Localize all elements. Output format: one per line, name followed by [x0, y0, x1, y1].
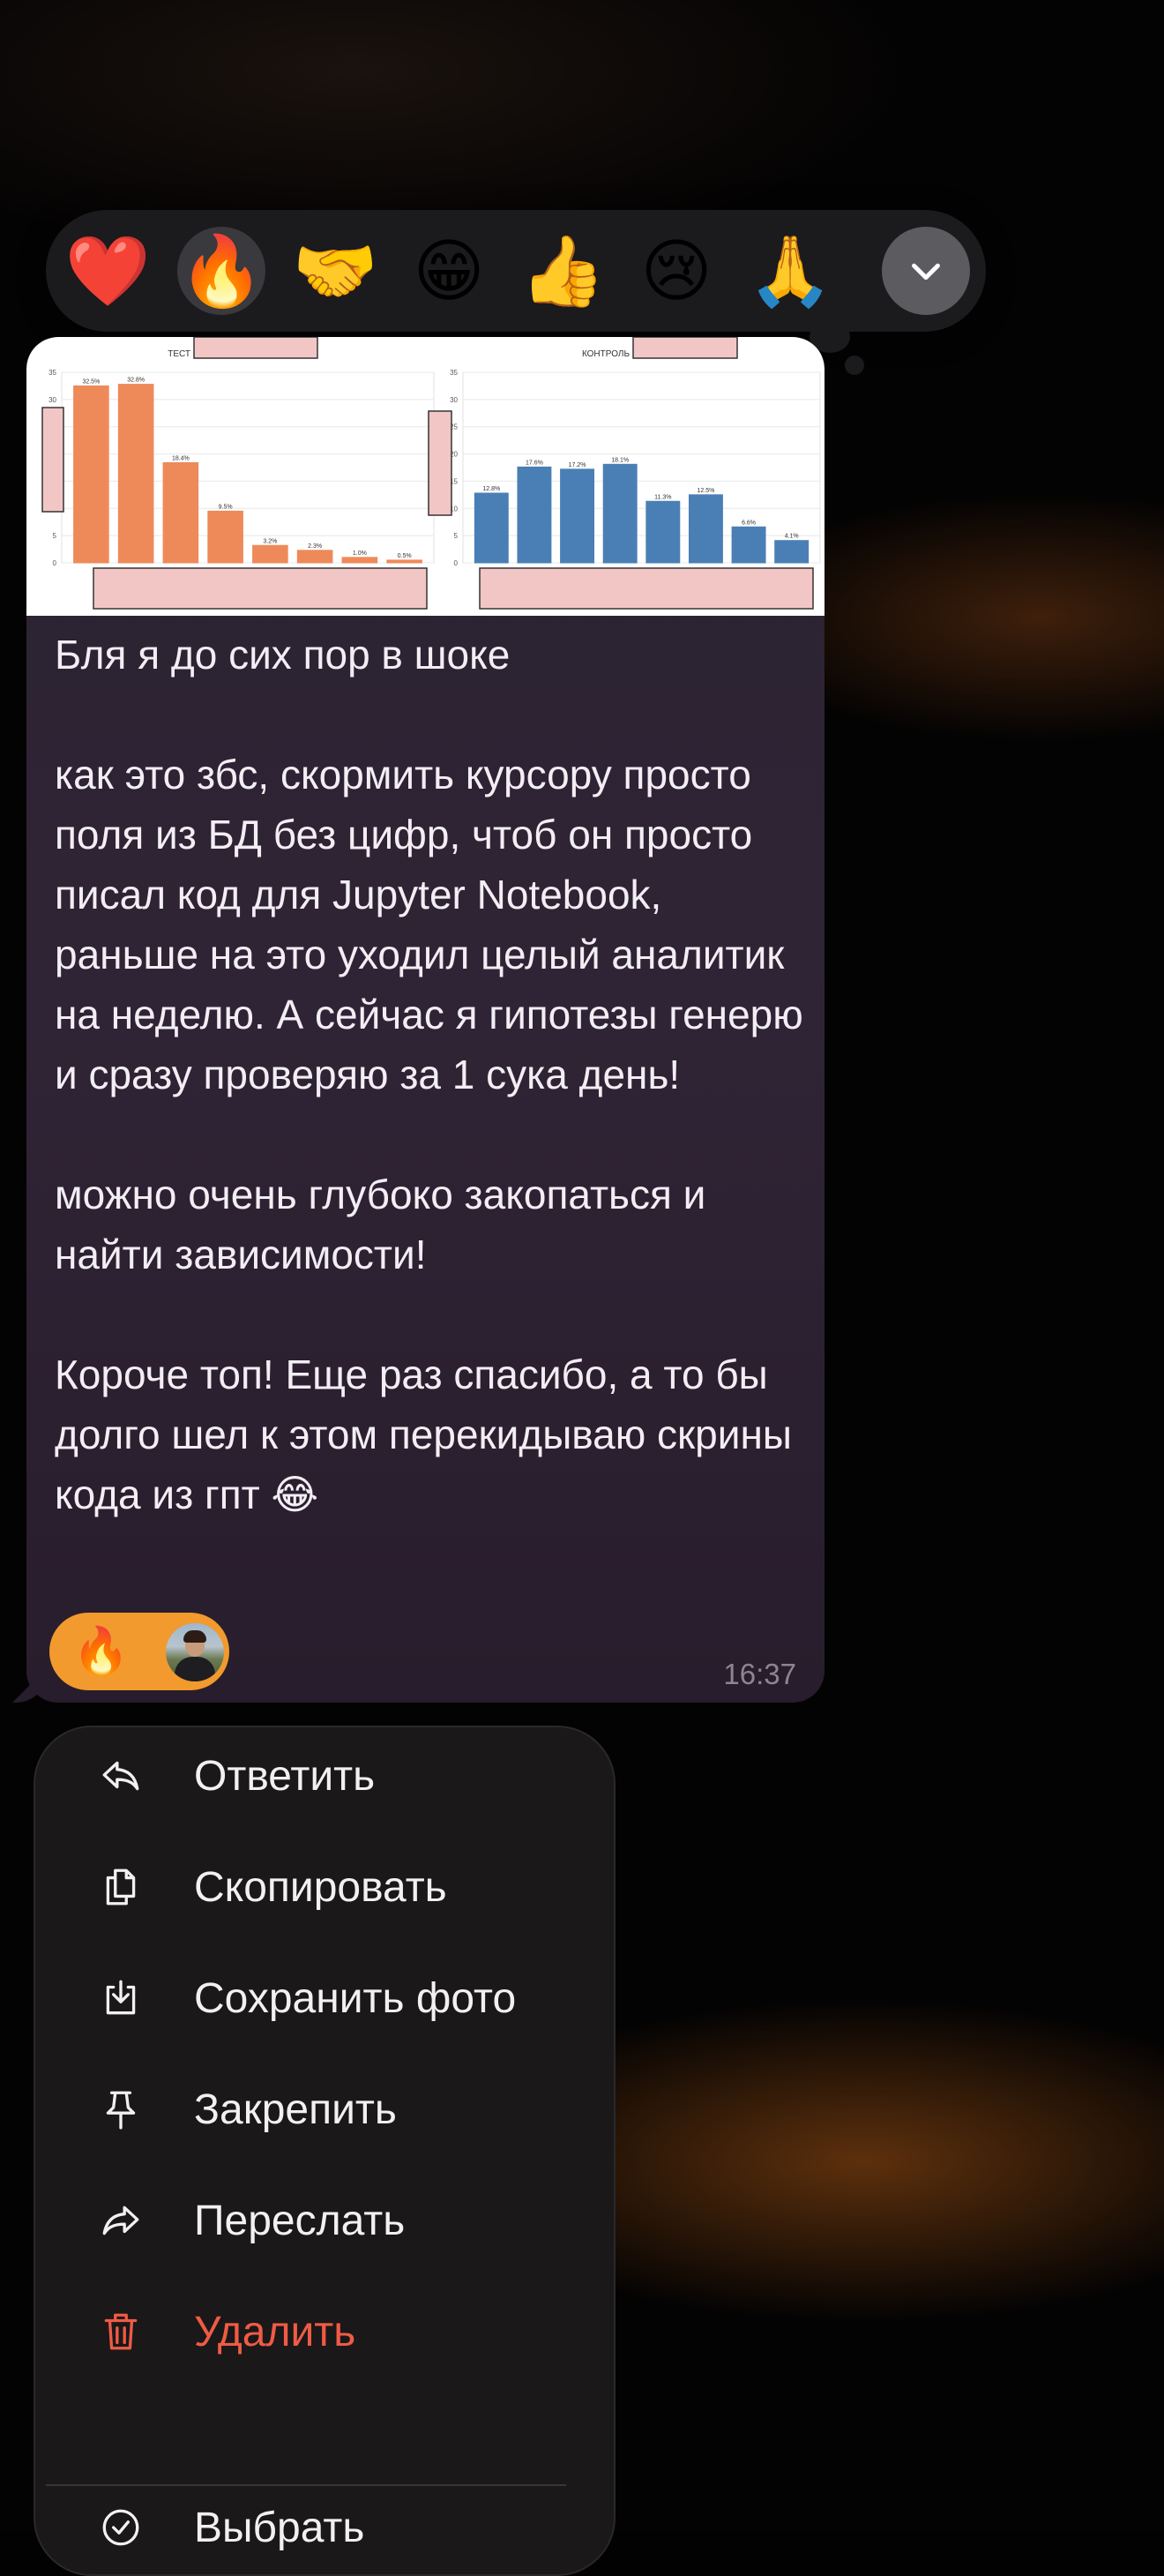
y-tick-label: 30 [450, 396, 458, 404]
context-menu: Ответить Скопировать Сохранить фото Закр… [34, 1726, 616, 2576]
bar [517, 466, 552, 564]
select-icon [102, 2509, 139, 2546]
y-tick-label: 0 [53, 559, 57, 567]
data-label: 11.3% [654, 494, 671, 500]
more-reactions-button[interactable] [882, 227, 970, 315]
menu-item-save-photo[interactable]: Сохранить фото [35, 1950, 614, 2047]
y-tick-label: 0 [454, 559, 459, 567]
redaction-box [41, 407, 64, 513]
menu-item-label: Ответить [194, 1753, 376, 1800]
fire-reaction-emoji: 🔥 [72, 1626, 130, 1677]
bar [341, 557, 378, 564]
copy-icon [106, 1868, 136, 1906]
reaction-red-heart[interactable]: ❤️ [63, 227, 152, 315]
avatar [166, 1623, 224, 1681]
data-label: 2.3% [308, 543, 322, 550]
data-label: 12.5% [698, 488, 715, 494]
menu-divider [46, 2484, 566, 2486]
redaction-box [479, 567, 814, 610]
message-time: 16:37 [723, 1658, 796, 1690]
message-reaction-chip[interactable]: 🔥 [49, 1613, 229, 1690]
forward-icon [102, 2205, 139, 2235]
bar [474, 492, 509, 564]
y-tick-label: 5 [53, 532, 57, 540]
menu-item-forward[interactable]: Переслать [35, 2172, 614, 2269]
chart-plot-area [61, 371, 435, 564]
reaction-thumbs-up[interactable]: 👍 [519, 227, 607, 315]
menu-item-label: Закрепить [194, 2086, 397, 2133]
data-label: 18.4% [172, 455, 190, 461]
bar [296, 550, 333, 564]
message-text: Бля я до сих пор в шоке как это збс, ско… [55, 632, 803, 1517]
data-label: 6.6% [742, 520, 756, 526]
trash-icon [104, 2313, 138, 2350]
pin-icon [106, 2091, 136, 2130]
y-tick-label: 30 [48, 396, 56, 404]
bar [731, 526, 766, 564]
data-label: 0.5% [398, 553, 412, 559]
bar [688, 494, 723, 564]
menu-item-label: Переслать [194, 2198, 406, 2244]
redaction-box [428, 410, 452, 516]
chart-title: КОНТРОЛЬ [582, 349, 630, 359]
y-tick-label: 35 [450, 369, 458, 377]
data-label: 4.1% [785, 534, 799, 540]
data-label: 17.2% [569, 462, 586, 468]
message-photo[interactable]: 05101520253035ТЕСТ32.5%32.8%18.4%9.5%3.2… [26, 337, 824, 616]
menu-item-label: Скопировать [194, 1864, 447, 1911]
bar [386, 559, 422, 564]
bar [602, 463, 638, 564]
menu-item-reply[interactable]: Ответить [35, 1727, 614, 1824]
bar [774, 540, 810, 564]
menu-item-pin[interactable]: Закрепить [35, 2061, 614, 2158]
save-photo-icon [106, 1980, 136, 2015]
data-label: 3.2% [263, 538, 277, 544]
reaction-bar-tail-small [845, 356, 864, 375]
bar [252, 544, 288, 564]
chart-plot-area [462, 371, 821, 564]
menu-item-label: Сохранить фото [194, 1975, 517, 2022]
reaction-bar: ❤️ 🔥 🤝 😁 👍 😢 🙏 [46, 210, 986, 332]
menu-item-delete[interactable]: Удалить [35, 2283, 614, 2380]
redaction-box [632, 337, 738, 359]
data-label: 1.0% [353, 550, 367, 557]
data-label: 32.5% [82, 378, 100, 385]
y-tick-label: 35 [48, 369, 56, 377]
reaction-beaming-face[interactable]: 😁 [405, 227, 493, 315]
menu-item-select[interactable]: Выбрать [35, 2479, 614, 2576]
chevron-down-icon [912, 263, 940, 281]
data-label: 17.6% [526, 460, 543, 466]
reaction-fire[interactable]: 🔥 [177, 227, 265, 315]
data-label: 18.1% [611, 457, 629, 463]
reaction-handshake[interactable]: 🤝 [291, 227, 379, 315]
bar [560, 468, 595, 564]
reaction-crying-face[interactable]: 😢 [632, 227, 720, 315]
bar [162, 461, 199, 564]
redaction-box [193, 337, 318, 359]
chart-image: 05101520253035ТЕСТ32.5%32.8%18.4%9.5%3.2… [41, 337, 821, 610]
bar [73, 385, 109, 564]
reply-icon [102, 1761, 139, 1791]
data-label: 12.8% [482, 486, 500, 492]
bar [207, 510, 243, 564]
reaction-folded-hands[interactable]: 🙏 [746, 227, 834, 315]
bar [645, 500, 681, 564]
y-tick-label: 5 [454, 532, 459, 540]
data-label: 32.8% [127, 378, 145, 384]
menu-item-copy[interactable]: Скопировать [35, 1838, 614, 1936]
message-bubble[interactable]: 05101520253035ТЕСТ32.5%32.8%18.4%9.5%3.2… [26, 337, 824, 1703]
menu-item-label: Удалить [194, 2309, 356, 2355]
menu-item-label: Выбрать [194, 2505, 365, 2551]
chart-title: ТЕСТ [168, 349, 190, 359]
redaction-box [93, 567, 428, 610]
data-label: 9.5% [219, 504, 233, 510]
bar [117, 384, 154, 564]
